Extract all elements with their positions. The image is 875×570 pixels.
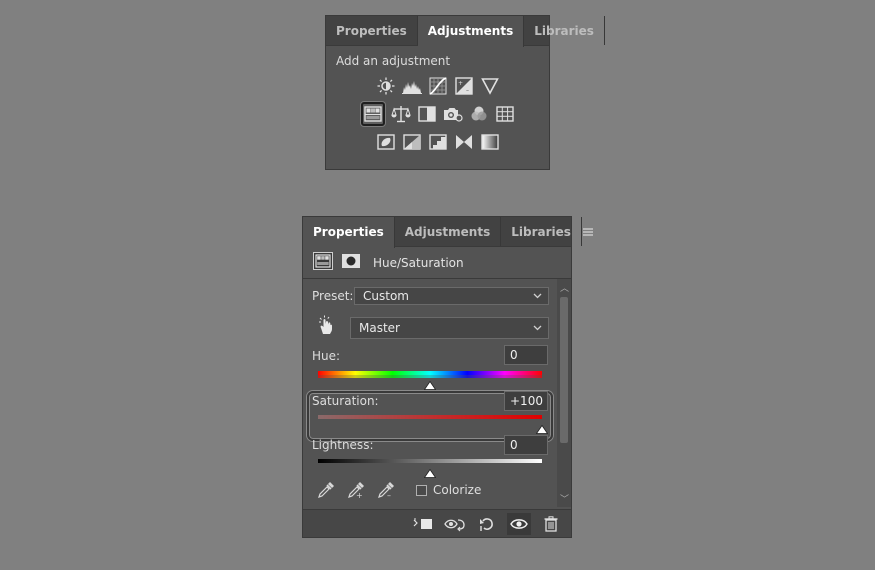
brightness-contrast-icon[interactable] (376, 76, 396, 96)
reset-icon[interactable] (475, 513, 499, 535)
vibrance-icon[interactable] (480, 76, 500, 96)
tab-properties[interactable]: Properties (303, 217, 395, 248)
adjustment-row-1: + – (326, 72, 549, 100)
adjustments-panel-tabbar: Properties Adjustments Libraries (326, 16, 605, 47)
channel-dropdown[interactable]: Master (350, 317, 549, 339)
eyedropper-minus-icon[interactable]: – (377, 481, 395, 503)
gradient-map-icon[interactable] (480, 132, 500, 152)
properties-body: Preset: Custom Master Hue: 0 Saturation:… (303, 279, 571, 507)
properties-panel-tabbar: Properties Adjustments Libraries (303, 217, 593, 248)
black-white-icon[interactable] (417, 104, 437, 124)
adjustments-panel: Properties Adjustments Libraries Add an … (325, 15, 605, 170)
properties-scrollbar[interactable]: ︿ ﹀ (557, 279, 571, 507)
exposure-icon[interactable]: + – (454, 76, 474, 96)
saturation-label: Saturation: (312, 394, 379, 408)
trash-icon[interactable] (539, 513, 563, 535)
tab-libraries[interactable]: Libraries (501, 217, 582, 246)
channel-mixer-icon[interactable] (469, 104, 489, 124)
lightness-slider-thumb[interactable] (423, 463, 437, 478)
colorize-checkbox[interactable] (416, 485, 427, 496)
hue-saturation-icon[interactable] (360, 102, 385, 126)
svg-text:+: + (356, 491, 363, 499)
hue-input[interactable]: 0 (504, 345, 548, 365)
layer-mask-icon[interactable] (341, 252, 361, 274)
lightness-input[interactable]: 0 (504, 435, 548, 455)
targeted-adjustment-hand-icon[interactable] (317, 315, 335, 339)
color-lookup-icon[interactable] (495, 104, 515, 124)
saturation-input[interactable]: +100 (504, 391, 548, 411)
panel-menu-icon[interactable] (582, 217, 594, 246)
curves-icon[interactable] (428, 76, 448, 96)
saturation-slider-thumb[interactable] (535, 419, 549, 434)
view-previous-state-icon[interactable] (443, 513, 467, 535)
selective-color-icon[interactable] (454, 132, 474, 152)
saturation-slider-track[interactable] (318, 415, 542, 419)
chevron-down-icon (533, 321, 542, 341)
properties-header: Hue/Saturation (303, 247, 571, 279)
scroll-thumb[interactable] (560, 297, 568, 443)
colorize-label: Colorize (433, 483, 482, 497)
scroll-up-icon[interactable]: ︿ (560, 281, 569, 294)
scroll-down-icon[interactable]: ﹀ (560, 492, 569, 505)
preset-dropdown[interactable]: Custom (354, 287, 549, 305)
invert-icon[interactable] (376, 132, 396, 152)
channel-value: Master (359, 321, 400, 335)
hue-slider-thumb[interactable] (423, 375, 437, 390)
color-balance-icon[interactable] (390, 104, 411, 124)
tab-adjustments[interactable]: Adjustments (417, 16, 525, 47)
hue-saturation-layer-icon (313, 251, 333, 274)
photo-filter-icon[interactable] (443, 104, 463, 124)
eyedropper-plus-icon[interactable]: + (347, 481, 365, 503)
eyedropper-icon[interactable] (317, 481, 335, 503)
clip-to-layer-icon[interactable] (411, 513, 435, 535)
posterize-icon[interactable] (402, 132, 422, 152)
preset-value: Custom (363, 289, 409, 303)
svg-text:–: – (387, 491, 391, 499)
chevron-down-icon (533, 289, 542, 307)
threshold-icon[interactable] (428, 132, 448, 152)
levels-icon[interactable] (401, 76, 422, 96)
svg-text:–: – (466, 87, 469, 94)
hue-label: Hue: (312, 349, 341, 363)
lightness-label: Lightness: (312, 438, 374, 452)
panel-title: Hue/Saturation (373, 255, 464, 270)
tab-libraries[interactable]: Libraries (524, 16, 605, 45)
tab-properties[interactable]: Properties (326, 16, 418, 45)
visibility-eye-icon[interactable] (507, 512, 531, 535)
svg-text:+: + (458, 80, 463, 87)
properties-panel: Properties Adjustments Libraries Hue/Sat… (302, 216, 593, 538)
add-adjustment-heading: Add an adjustment (336, 54, 451, 68)
properties-footer (303, 509, 571, 537)
preset-label: Preset: (312, 289, 354, 303)
adjustment-row-2 (326, 100, 549, 128)
tab-adjustments[interactable]: Adjustments (395, 217, 502, 246)
adjustment-row-3 (326, 128, 549, 156)
